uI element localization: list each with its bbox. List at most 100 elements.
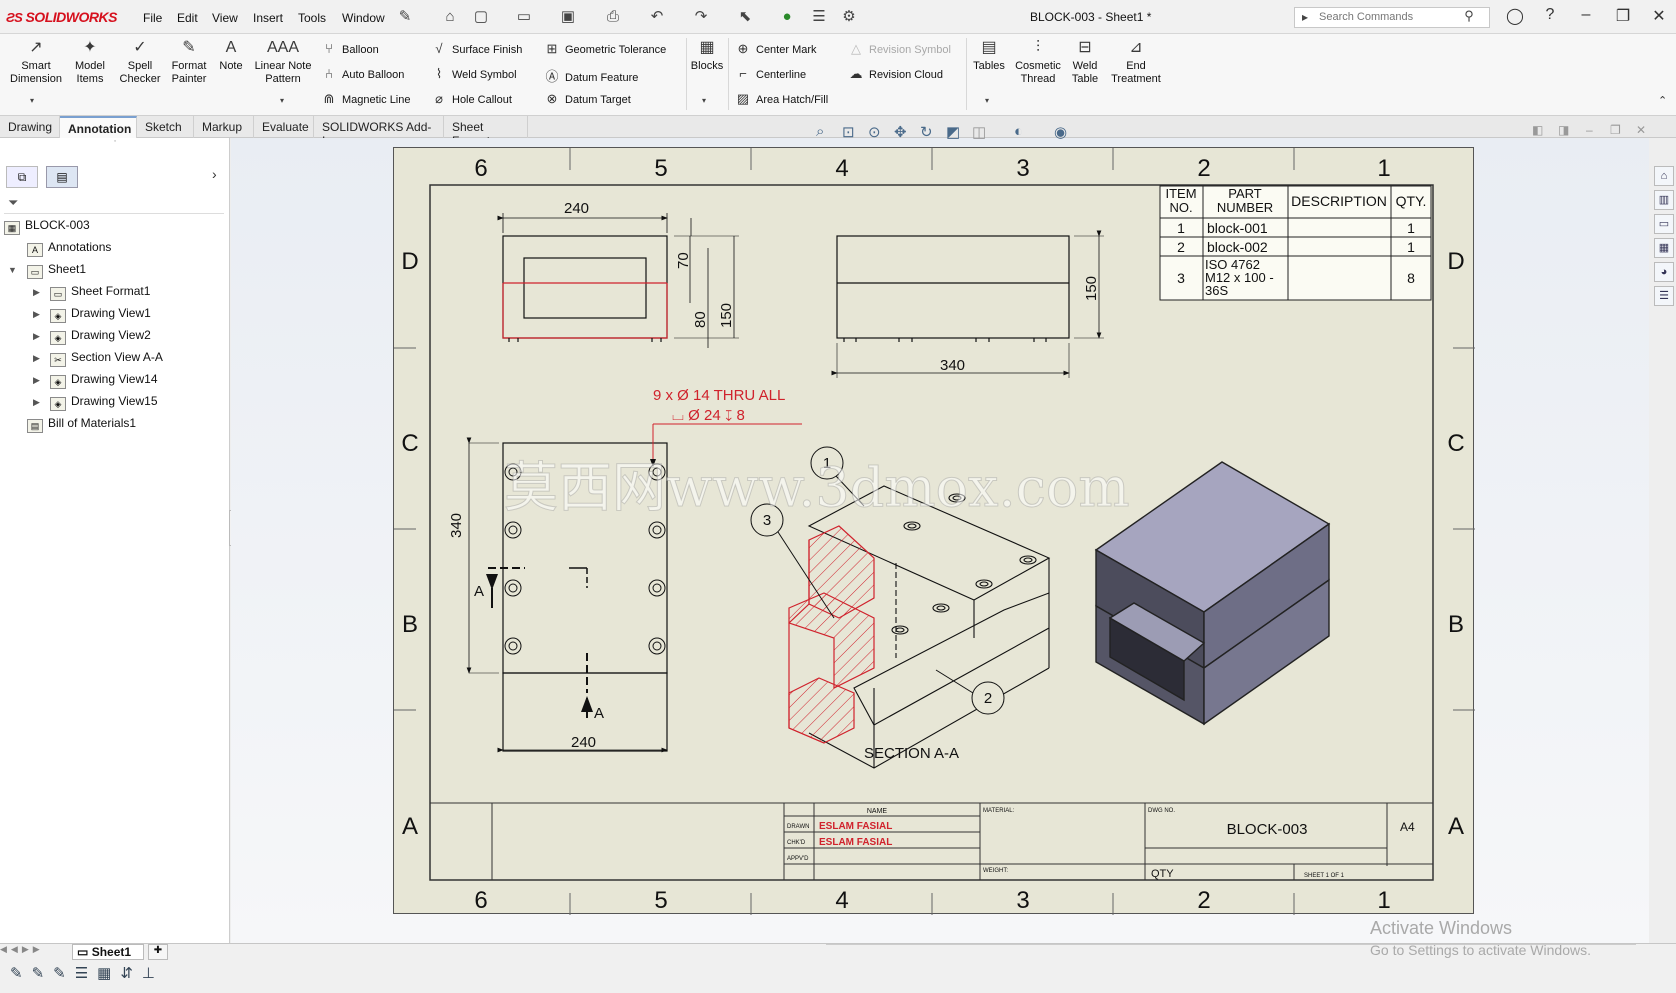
search-icon[interactable]: ⚲	[1460, 7, 1478, 25]
hole-callout-button[interactable]: ⌀ Hole Callout	[430, 91, 512, 107]
tree-drawing-view1[interactable]: ◈ Drawing View1	[50, 306, 151, 323]
display-style-icon[interactable]: ◩	[946, 123, 960, 141]
home-icon[interactable]: ⌂	[441, 8, 459, 26]
tree-section-view[interactable]: ✂ Section View A-A	[50, 350, 163, 367]
note-button[interactable]: A Note	[216, 38, 246, 73]
surface-finish-button[interactable]: √ Surface Finish	[430, 41, 522, 56]
dim-side-340[interactable]: 340	[940, 357, 965, 374]
view-palette-icon[interactable]: ▦	[1654, 238, 1674, 258]
tb-drawn-by[interactable]: ESLAM FASIAL	[819, 821, 892, 832]
centerline-button[interactable]: ⌐ Centerline	[734, 66, 806, 81]
sheet1-tab[interactable]: ▭ Sheet1	[72, 944, 144, 960]
expand-panel-icon[interactable]: ›	[212, 166, 217, 182]
app-logo[interactable]: ƧS SOLIDWORKS	[6, 9, 117, 25]
minimize-button[interactable]: –	[1575, 6, 1597, 24]
open-folder-icon[interactable]: ▭	[515, 8, 533, 26]
expand-arrow-icon[interactable]: ▶	[33, 397, 40, 408]
menu-window[interactable]: Window	[342, 11, 385, 25]
menu-tools[interactable]: Tools	[298, 11, 326, 25]
view-setting-icon[interactable]: ◐	[1014, 123, 1023, 140]
tree-sheet1[interactable]: ▭ Sheet1	[27, 262, 86, 279]
datum-target-button[interactable]: ⊗ Datum Target	[543, 91, 631, 107]
tab-markup[interactable]: Markup	[194, 116, 254, 138]
spell-checker-button[interactable]: ✓ Spell Checker	[116, 38, 164, 86]
redo-icon[interactable]: ↷	[692, 8, 710, 26]
dim-plan-340[interactable]: 340	[448, 513, 465, 538]
tree-root[interactable]: ▦ BLOCK-003	[4, 218, 90, 235]
zoom-area-icon[interactable]: ⊡	[842, 123, 855, 141]
dim-side-150[interactable]: 150	[1083, 276, 1100, 301]
zoom-to-fit-icon[interactable]: ⌕	[816, 123, 824, 140]
redraw-icon[interactable]: ↻	[920, 123, 933, 141]
appearances-icon[interactable]: ◕	[1654, 262, 1674, 282]
hide-show-icon[interactable]: ◫	[972, 123, 986, 141]
feature-tree-tab-icon[interactable]: ⧉	[6, 166, 38, 188]
sheet-nav-arrows-icon[interactable]: ◀◀▶▶	[0, 944, 66, 958]
select-arrow-icon[interactable]: ⬉	[736, 8, 754, 26]
dim-width-240[interactable]: 240	[564, 200, 589, 217]
restore-button[interactable]: ❐	[1612, 6, 1634, 26]
tables-dropdown-icon[interactable]: ▾	[985, 96, 989, 105]
weld-table-button[interactable]: ⊟ Weld Table	[1068, 38, 1102, 86]
account-icon[interactable]: ◯	[1504, 6, 1526, 26]
property-manager-tab-icon[interactable]: ▤	[46, 166, 78, 188]
weld-symbol-button[interactable]: ⌇ Weld Symbol	[430, 66, 517, 82]
dim-plan-240[interactable]: 240	[571, 734, 596, 751]
view-toolbar-icons[interactable]: ✎✎✎☰▦⇵⊥	[10, 964, 210, 988]
end-treatment-button[interactable]: ⊿ End Treatment	[1108, 38, 1164, 86]
balloon-button[interactable]: ⑂ Balloon	[320, 41, 379, 56]
format-painter-button[interactable]: ✎ Format Painter	[166, 38, 212, 86]
appearance-globe-icon[interactable]: ◉	[1054, 123, 1067, 141]
isometric-shaded-view[interactable]	[1094, 461, 1331, 726]
tab-sketch[interactable]: Sketch	[137, 116, 194, 138]
balloon-2[interactable]: 2	[935, 669, 1005, 715]
viewport-prev-icon[interactable]: ◧	[1532, 123, 1543, 137]
panel-grip[interactable]: ◦	[0, 138, 230, 146]
save-icon[interactable]: ▣	[559, 8, 577, 26]
expand-arrow-icon[interactable]: ▶	[33, 331, 40, 342]
design-library-icon[interactable]: ▥	[1654, 190, 1674, 210]
model-items-button[interactable]: ✦ Model Items	[70, 38, 110, 86]
tab-sheet-format[interactable]: Sheet Format	[444, 116, 528, 148]
tab-drawing[interactable]: Drawing	[0, 116, 60, 138]
viewport-close-icon[interactable]: ✕	[1636, 123, 1646, 137]
revision-symbol-button[interactable]: △ Revision Symbol	[847, 41, 951, 57]
area-hatch-button[interactable]: ▨ Area Hatch/Fill	[734, 91, 828, 107]
tables-button[interactable]: ▤ Tables	[970, 38, 1008, 73]
geometric-tolerance-button[interactable]: ⊞ Geometric Tolerance	[543, 41, 667, 57]
solidworks-resources-icon[interactable]: ⌂	[1654, 166, 1674, 186]
expand-arrow-icon[interactable]: ▶	[33, 287, 40, 298]
file-explorer-icon[interactable]: ▭	[1654, 214, 1674, 234]
menu-file[interactable]: File	[143, 11, 162, 25]
tab-evaluate[interactable]: Evaluate	[254, 116, 314, 138]
collapse-ribbon-icon[interactable]: ⌃	[1658, 94, 1667, 107]
expand-arrow-icon[interactable]: ▶	[33, 309, 40, 320]
dim-150[interactable]: 150	[718, 303, 735, 328]
linear-note-pattern-button[interactable]: AAA Linear Note Pattern	[250, 38, 316, 86]
file-properties-icon[interactable]: ☰	[810, 8, 828, 26]
rebuild-icon[interactable]: ●	[778, 8, 796, 26]
auto-balloon-button[interactable]: ⑃ Auto Balloon	[320, 66, 404, 81]
smart-dimension-dropdown-icon[interactable]: ▾	[30, 96, 34, 105]
dim-80[interactable]: 80	[692, 311, 709, 328]
undo-icon[interactable]: ↶	[648, 8, 666, 26]
smart-dimension-button[interactable]: ↗ Smart Dimension	[6, 38, 66, 86]
viewport-next-icon[interactable]: ◨	[1558, 123, 1569, 137]
tb-dwg-no[interactable]: BLOCK-003	[1227, 821, 1308, 838]
viewport-minimize-icon[interactable]: –	[1586, 123, 1593, 137]
revision-cloud-button[interactable]: ☁ Revision Cloud	[847, 66, 943, 82]
cosmetic-thread-button[interactable]: ⫶ Cosmetic Thread	[1012, 38, 1064, 86]
tab-annotation[interactable]: Annotation	[60, 116, 137, 138]
blocks-dropdown-icon[interactable]: ▾	[702, 96, 706, 105]
datum-feature-button[interactable]: Ⓐ Datum Feature	[543, 66, 638, 85]
custom-properties-icon[interactable]: ☰	[1654, 286, 1674, 306]
expand-arrow-icon[interactable]: ▶	[33, 353, 40, 364]
drawing-view-side[interactable]	[831, 230, 1104, 378]
filter-bar[interactable]: ⏷	[4, 192, 224, 214]
tree-drawing-view15[interactable]: ◈ Drawing View15	[50, 394, 158, 411]
add-sheet-icon[interactable]: ✚	[148, 944, 168, 960]
pan-icon[interactable]: ✥	[894, 123, 907, 141]
tab-addins[interactable]: SOLIDWORKS Add-Ins	[314, 116, 444, 148]
blocks-button[interactable]: ▦ Blocks	[690, 38, 724, 73]
bill-of-materials-table[interactable]: ITEM NO. PART NUMBER DESCRIPTION QTY. 1 …	[1159, 185, 1432, 301]
